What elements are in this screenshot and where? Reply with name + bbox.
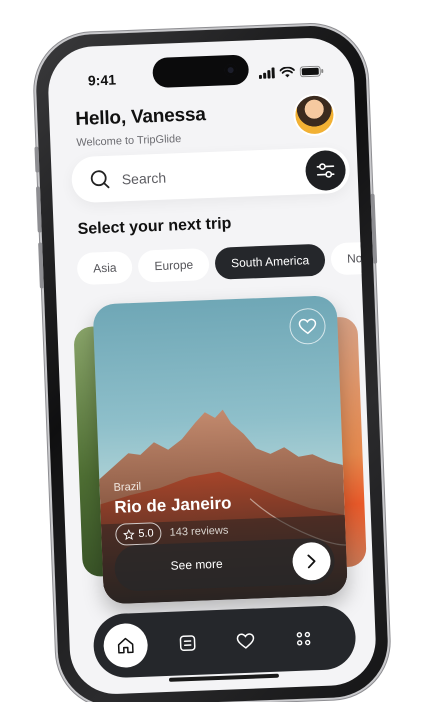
nav-favorites[interactable] bbox=[223, 618, 269, 664]
greeting-title: Hello, Vanessa bbox=[75, 104, 207, 131]
heart-icon bbox=[236, 633, 255, 649]
battery-icon bbox=[299, 65, 324, 78]
app-screen: 9:41 Hello, Vanessa Welcome to TripGlide… bbox=[46, 36, 378, 696]
see-more-label: See more bbox=[170, 556, 223, 573]
rating-value: 5.0 bbox=[138, 527, 154, 540]
trip-country: Brazil bbox=[113, 480, 142, 494]
greeting-block: Hello, Vanessa Welcome to TripGlide bbox=[75, 104, 207, 149]
camera-icon bbox=[224, 63, 237, 77]
grid-icon bbox=[296, 631, 311, 646]
power-button bbox=[370, 193, 378, 264]
phone-frame: 9:41 Hello, Vanessa Welcome to TripGlide… bbox=[34, 23, 390, 702]
status-icons bbox=[258, 65, 324, 79]
heart-icon bbox=[298, 318, 317, 335]
nav-home[interactable] bbox=[102, 622, 149, 669]
star-icon bbox=[123, 528, 135, 540]
home-icon bbox=[117, 637, 134, 654]
sliders-icon bbox=[316, 163, 335, 178]
tab-asia[interactable]: Asia bbox=[76, 250, 134, 286]
avatar[interactable] bbox=[294, 95, 335, 135]
tab-north-america[interactable]: No bbox=[330, 241, 378, 276]
bottom-nav bbox=[92, 604, 357, 679]
tab-south-america[interactable]: South America bbox=[214, 243, 326, 280]
section-title: Select your next trip bbox=[77, 215, 232, 239]
search-icon bbox=[90, 170, 110, 189]
filter-button[interactable] bbox=[304, 149, 347, 192]
see-more-button[interactable]: See more bbox=[113, 537, 336, 592]
status-bar: 9:41 bbox=[48, 54, 355, 96]
volume-down-button bbox=[38, 242, 44, 289]
stage: 9:41 Hello, Vanessa Welcome to TripGlide… bbox=[0, 0, 431, 702]
greeting-subtitle: Welcome to TripGlide bbox=[76, 133, 182, 150]
nav-bookings[interactable] bbox=[165, 620, 211, 666]
arrow-button[interactable] bbox=[291, 541, 332, 582]
status-time: 9:41 bbox=[87, 71, 117, 89]
volume-up-button bbox=[35, 186, 42, 233]
tab-europe[interactable]: Europe bbox=[137, 248, 210, 283]
featured-trip-card[interactable]: Brazil Rio de Janeiro 5.0 143 reviews Se… bbox=[92, 295, 348, 605]
search-bar bbox=[70, 146, 351, 204]
nav-menu[interactable] bbox=[281, 616, 327, 662]
category-tabs: Asia Europe South America No bbox=[76, 241, 378, 286]
wifi-icon bbox=[279, 66, 295, 78]
review-count: 143 reviews bbox=[169, 524, 229, 539]
search-input[interactable] bbox=[118, 149, 285, 204]
rating-badge: 5.0 bbox=[114, 522, 163, 546]
list-icon bbox=[179, 635, 196, 652]
signal-icon bbox=[258, 67, 275, 79]
chevron-right-icon bbox=[307, 554, 316, 569]
mute-switch bbox=[34, 146, 40, 173]
dynamic-island bbox=[152, 54, 250, 89]
